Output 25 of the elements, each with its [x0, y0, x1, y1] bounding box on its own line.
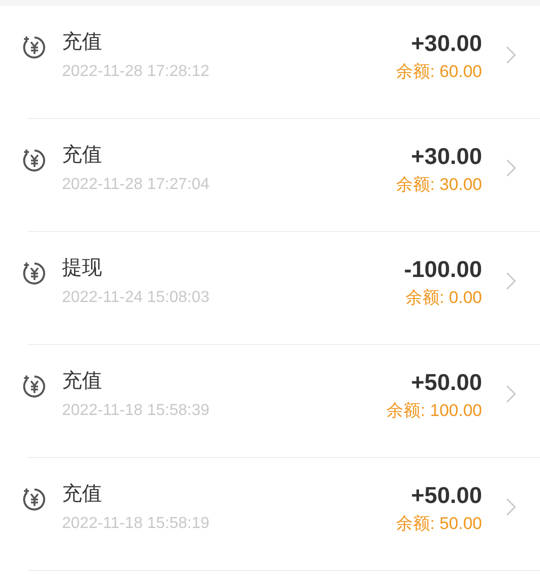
yuan-coin-icon	[22, 487, 47, 512]
transaction-type: 充值	[62, 482, 103, 507]
amount: +30.00	[411, 29, 482, 58]
balance: 余额: 0.00	[405, 287, 482, 309]
yuan-coin-icon	[22, 374, 47, 399]
balance: 余额: 50.00	[396, 513, 482, 535]
balance: 余额: 60.00	[396, 61, 482, 83]
amount: -100.00	[404, 255, 482, 284]
amount: +50.00	[411, 481, 482, 510]
chevron-right-icon	[506, 272, 516, 290]
transaction-type: 充值	[62, 143, 103, 168]
chevron-right-icon	[506, 159, 516, 177]
balance: 余额: 100.00	[386, 400, 482, 422]
amount: +30.00	[411, 142, 482, 171]
chevron-right-icon	[506, 385, 516, 403]
yuan-coin-icon	[22, 148, 47, 173]
chevron-right-icon	[506, 498, 516, 516]
yuan-coin-icon	[22, 35, 47, 60]
yuan-coin-icon	[22, 261, 47, 286]
chevron-right-icon	[506, 46, 516, 64]
transaction-type: 充值	[62, 369, 103, 394]
amount: +50.00	[411, 368, 482, 397]
balance: 余额: 30.00	[396, 174, 482, 196]
transaction-type: 提现	[62, 256, 103, 281]
transaction-type: 充值	[62, 30, 103, 55]
